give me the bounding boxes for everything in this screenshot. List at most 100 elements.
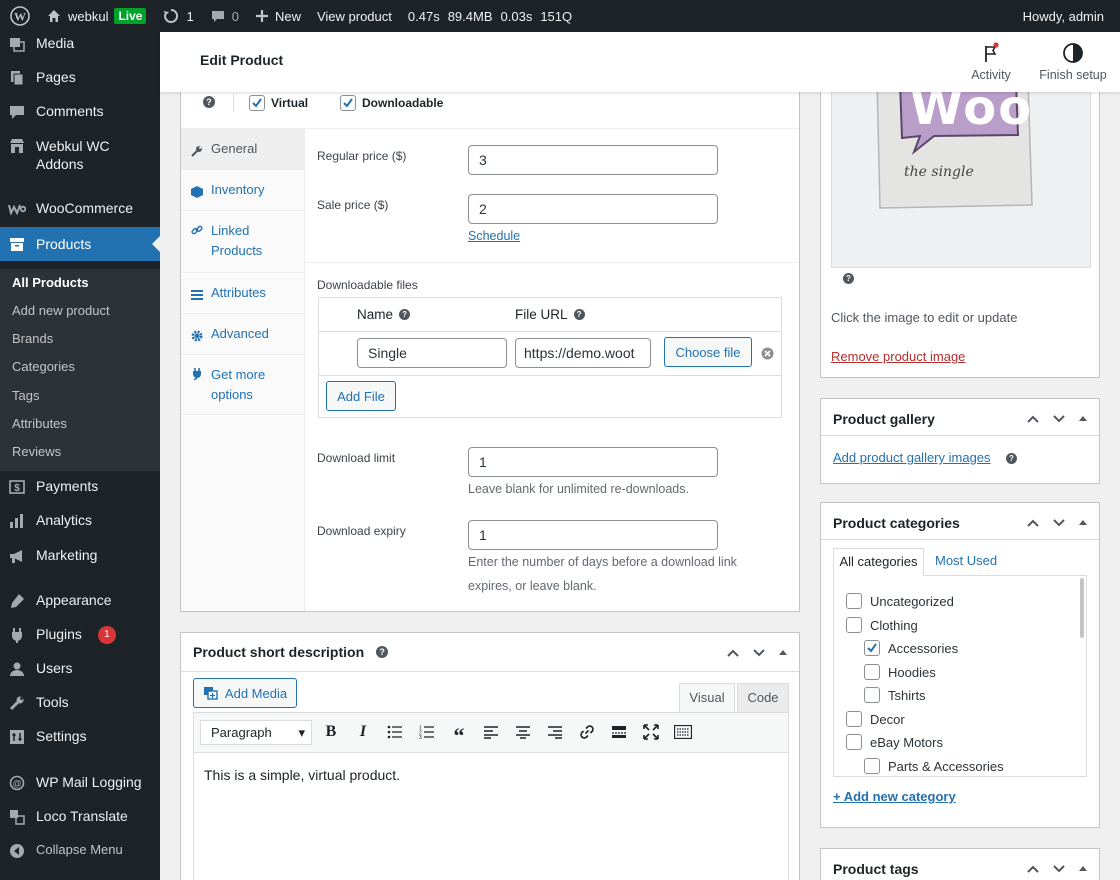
menu-wp-mail-logging[interactable]: @ WP Mail Logging bbox=[0, 774, 160, 792]
updates-link[interactable]: 1 bbox=[154, 0, 201, 32]
add-file-button[interactable]: Add File bbox=[326, 381, 396, 411]
view-product-link[interactable]: View product bbox=[309, 0, 400, 32]
help-tip-icon[interactable]: ? bbox=[573, 309, 585, 320]
submenu-categories[interactable]: Categories bbox=[12, 359, 75, 374]
help-tip-icon[interactable]: ? bbox=[376, 646, 389, 658]
help-tip-icon[interactable]: ? bbox=[399, 309, 411, 320]
align-center-icon[interactable] bbox=[513, 722, 533, 742]
choose-file-button[interactable]: Choose file bbox=[664, 337, 752, 367]
schedule-link[interactable]: Schedule bbox=[468, 229, 520, 243]
activity-button[interactable]: Activity bbox=[968, 42, 1014, 82]
chevron-up-icon[interactable] bbox=[725, 645, 741, 661]
menu-comments[interactable]: Comments bbox=[0, 103, 160, 121]
menu-webkul-wc-addons[interactable]: Webkul WC Addons bbox=[0, 137, 160, 173]
menu-appearance[interactable]: Appearance bbox=[0, 592, 160, 610]
category-decor[interactable]: Decor bbox=[846, 711, 905, 727]
remove-product-image-link[interactable]: Remove product image bbox=[831, 349, 965, 364]
file-name-input[interactable]: Single bbox=[357, 338, 507, 368]
bulleted-list-icon[interactable] bbox=[385, 722, 405, 742]
align-left-icon[interactable] bbox=[481, 722, 501, 742]
tab-visual[interactable]: Visual bbox=[679, 683, 735, 712]
submenu-reviews[interactable]: Reviews bbox=[12, 444, 61, 459]
category-uncategorized[interactable]: Uncategorized bbox=[846, 593, 954, 609]
sale-price-input[interactable]: 2 bbox=[468, 194, 718, 224]
tab-general[interactable]: General bbox=[181, 129, 305, 170]
read-more-icon[interactable] bbox=[609, 722, 629, 742]
finish-setup-button[interactable]: Finish setup bbox=[1036, 42, 1110, 82]
virtual-checkbox[interactable]: Virtual bbox=[249, 95, 308, 111]
numbered-list-icon[interactable]: 123 bbox=[417, 722, 437, 742]
menu-payments[interactable]: $ Payments bbox=[0, 478, 160, 496]
menu-marketing[interactable]: Marketing bbox=[0, 547, 160, 565]
menu-plugins[interactable]: Plugins 1 bbox=[0, 626, 160, 644]
scrollbar[interactable] bbox=[1080, 578, 1084, 638]
chevron-down-icon[interactable] bbox=[1051, 411, 1067, 427]
my-account-link[interactable]: Howdy, admin bbox=[1015, 0, 1120, 32]
add-gallery-images-link[interactable]: Add product gallery images bbox=[833, 450, 991, 465]
add-new-category-link[interactable]: + Add new category bbox=[833, 789, 956, 804]
chevron-down-icon[interactable] bbox=[1051, 515, 1067, 531]
menu-products[interactable]: Products bbox=[0, 227, 160, 261]
align-right-icon[interactable] bbox=[545, 722, 565, 742]
menu-tools[interactable]: Tools bbox=[0, 694, 160, 712]
download-limit-input[interactable]: 1 bbox=[468, 447, 718, 477]
product-image-thumbnail[interactable]: Woo the single bbox=[831, 80, 1091, 268]
bold-icon[interactable]: B bbox=[321, 722, 341, 742]
menu-media[interactable]: Media bbox=[0, 35, 160, 53]
category-clothing[interactable]: Clothing bbox=[846, 617, 918, 633]
remove-file-icon[interactable] bbox=[761, 347, 774, 360]
comments-link[interactable]: 0 bbox=[202, 0, 247, 32]
fullscreen-icon[interactable] bbox=[641, 722, 661, 742]
file-url-input[interactable]: https://demo.woot bbox=[515, 338, 651, 368]
menu-collapse[interactable]: Collapse Menu bbox=[0, 842, 160, 860]
chevron-up-icon[interactable] bbox=[1025, 861, 1041, 877]
format-select[interactable]: Paragraph ▾ bbox=[200, 720, 312, 745]
category-accessories[interactable]: Accessories bbox=[864, 640, 958, 656]
chevron-down-icon[interactable] bbox=[1051, 861, 1067, 877]
menu-woocommerce[interactable]: WooCommerce bbox=[0, 200, 160, 218]
tab-inventory[interactable]: Inventory bbox=[181, 170, 305, 211]
category-ebay-motors[interactable]: eBay Motors bbox=[846, 734, 943, 750]
add-media-button[interactable]: Add Media bbox=[193, 678, 297, 708]
tab-advanced[interactable]: Advanced bbox=[181, 314, 305, 355]
query-monitor-stats[interactable]: 0.47s 89.4MB 0.03s 151Q bbox=[400, 0, 580, 32]
menu-analytics[interactable]: Analytics bbox=[0, 512, 160, 530]
tab-code[interactable]: Code bbox=[737, 683, 789, 712]
insert-link-icon[interactable] bbox=[577, 722, 597, 742]
regular-price-input[interactable]: 3 bbox=[468, 145, 718, 175]
wordpress-logo-icon[interactable]: W bbox=[0, 0, 38, 32]
chevron-down-icon[interactable] bbox=[751, 645, 767, 661]
toggle-panel-icon[interactable] bbox=[1077, 411, 1089, 427]
italic-icon[interactable]: I bbox=[353, 722, 373, 742]
help-tip-icon[interactable]: ? bbox=[203, 96, 215, 108]
submenu-add-new-product[interactable]: Add new product bbox=[12, 303, 110, 318]
site-name-link[interactable]: webkul Live bbox=[38, 0, 154, 32]
category-parts-accessories[interactable]: Parts & Accessories bbox=[864, 758, 1004, 774]
toggle-panel-icon[interactable] bbox=[1077, 515, 1089, 531]
chevron-up-icon[interactable] bbox=[1025, 411, 1041, 427]
chevron-up-icon[interactable] bbox=[1025, 515, 1041, 531]
category-tshirts[interactable]: Tshirts bbox=[864, 687, 926, 703]
tab-get-more-options[interactable]: Get more options bbox=[181, 355, 305, 415]
menu-settings[interactable]: Settings bbox=[0, 728, 160, 746]
submenu-all-products[interactable]: All Products bbox=[12, 275, 89, 290]
help-tip-icon[interactable]: ? bbox=[1006, 453, 1017, 464]
toggle-panel-icon[interactable] bbox=[777, 645, 789, 661]
tab-most-used[interactable]: Most Used bbox=[935, 548, 997, 576]
category-hoodies[interactable]: Hoodies bbox=[864, 664, 936, 680]
downloadable-checkbox[interactable]: Downloadable bbox=[340, 95, 443, 111]
tab-linked-products[interactable]: Linked Products bbox=[181, 211, 305, 273]
tab-attributes[interactable]: Attributes bbox=[181, 273, 305, 314]
tab-all-categories[interactable]: All categories bbox=[833, 548, 924, 576]
toolbar-toggle-icon[interactable] bbox=[673, 722, 693, 742]
submenu-tags[interactable]: Tags bbox=[12, 388, 39, 403]
menu-pages[interactable]: Pages bbox=[0, 69, 160, 87]
blockquote-icon[interactable]: “ bbox=[449, 722, 469, 748]
toggle-panel-icon[interactable] bbox=[1077, 861, 1089, 877]
menu-loco-translate[interactable]: Loco Translate bbox=[0, 808, 160, 826]
new-content-link[interactable]: New bbox=[247, 0, 309, 32]
menu-users[interactable]: Users bbox=[0, 660, 160, 678]
submenu-attributes[interactable]: Attributes bbox=[12, 416, 67, 431]
help-tip-icon[interactable]: ? bbox=[843, 273, 854, 284]
submenu-brands[interactable]: Brands bbox=[12, 331, 53, 346]
